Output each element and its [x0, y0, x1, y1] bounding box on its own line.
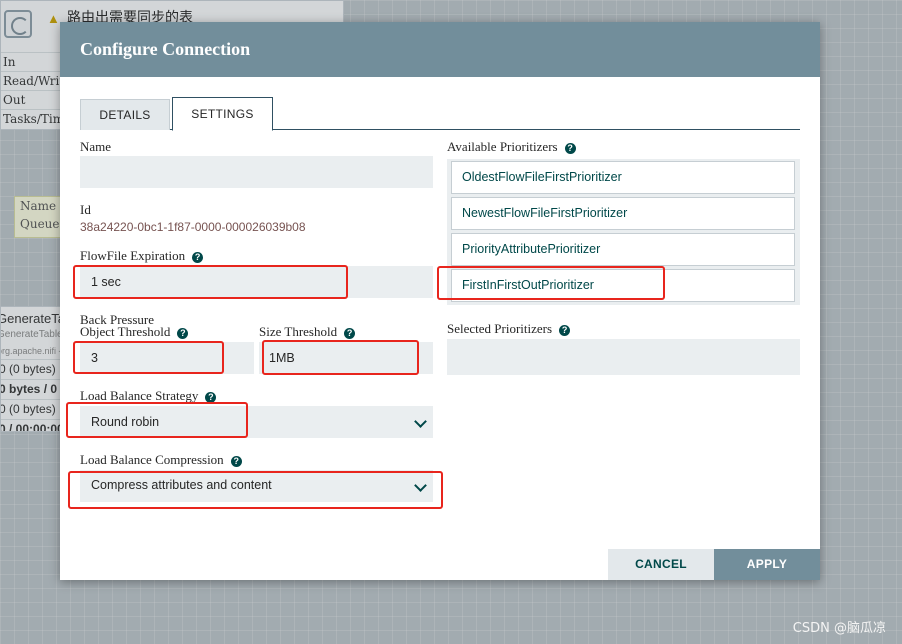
load-balance-strategy-label-text: Load Balance Strategy — [80, 388, 199, 403]
name-label: Name — [80, 139, 112, 154]
cancel-button[interactable]: CANCEL — [608, 549, 714, 580]
highlight-box — [437, 266, 665, 300]
available-prioritizers-label-text: Available Prioritizers — [447, 139, 558, 154]
highlight-box — [73, 265, 348, 299]
object-threshold-label-text: Object Threshold — [80, 324, 171, 339]
flowfile-expiration-label: FlowFile Expiration? — [80, 248, 204, 264]
highlight-box — [66, 402, 248, 438]
highlight-box — [262, 340, 419, 375]
help-icon[interactable]: ? — [344, 328, 356, 339]
tab-details[interactable]: DETAILS — [80, 99, 170, 130]
size-threshold-label-text: Size Threshold — [259, 324, 338, 339]
configure-connection-dialog: Configure Connection DETAILS SETTINGS Na… — [60, 22, 820, 580]
dialog-header: Configure Connection — [60, 22, 820, 77]
selected-prioritizers-label: Selected Prioritizers? — [447, 321, 571, 337]
name-input[interactable] — [80, 156, 433, 188]
selected-prioritizers-dropzone[interactable] — [447, 339, 800, 375]
help-icon[interactable]: ? — [564, 143, 576, 154]
help-icon[interactable]: ? — [559, 325, 571, 336]
object-threshold-label: Object Threshold? — [80, 324, 189, 340]
highlight-box — [68, 471, 443, 509]
prioritizer-item[interactable]: NewestFlowFileFirstPrioritizer — [451, 197, 795, 230]
help-icon[interactable]: ? — [177, 328, 189, 339]
chevron-down-icon[interactable] — [403, 406, 433, 438]
watermark: CSDN @脑瓜凉 — [792, 621, 886, 636]
selected-prioritizers-label-text: Selected Prioritizers — [447, 321, 553, 336]
size-threshold-label: Size Threshold? — [259, 324, 356, 340]
tab-bar: DETAILS SETTINGS — [80, 97, 800, 131]
help-icon[interactable]: ? — [192, 252, 204, 263]
id-label: Id — [80, 202, 91, 217]
id-value: 38a24220-0bc1-1f87-0000-000026039b08 — [80, 220, 306, 234]
available-prioritizers-label: Available Prioritizers? — [447, 139, 576, 155]
prioritizer-item[interactable]: OldestFlowFileFirstPrioritizer — [451, 161, 795, 194]
load-balance-compression-label-text: Load Balance Compression — [80, 452, 224, 467]
highlight-box — [73, 341, 224, 374]
apply-button[interactable]: APPLY — [714, 549, 820, 580]
dialog-title: Configure Connection — [80, 39, 251, 59]
prioritizer-item[interactable]: PriorityAttributePrioritizer — [451, 233, 795, 266]
load-balance-compression-label: Load Balance Compression? — [80, 452, 242, 468]
help-icon[interactable]: ? — [230, 456, 242, 467]
flowfile-expiration-label-text: FlowFile Expiration — [80, 248, 186, 263]
tab-settings[interactable]: SETTINGS — [172, 97, 273, 131]
